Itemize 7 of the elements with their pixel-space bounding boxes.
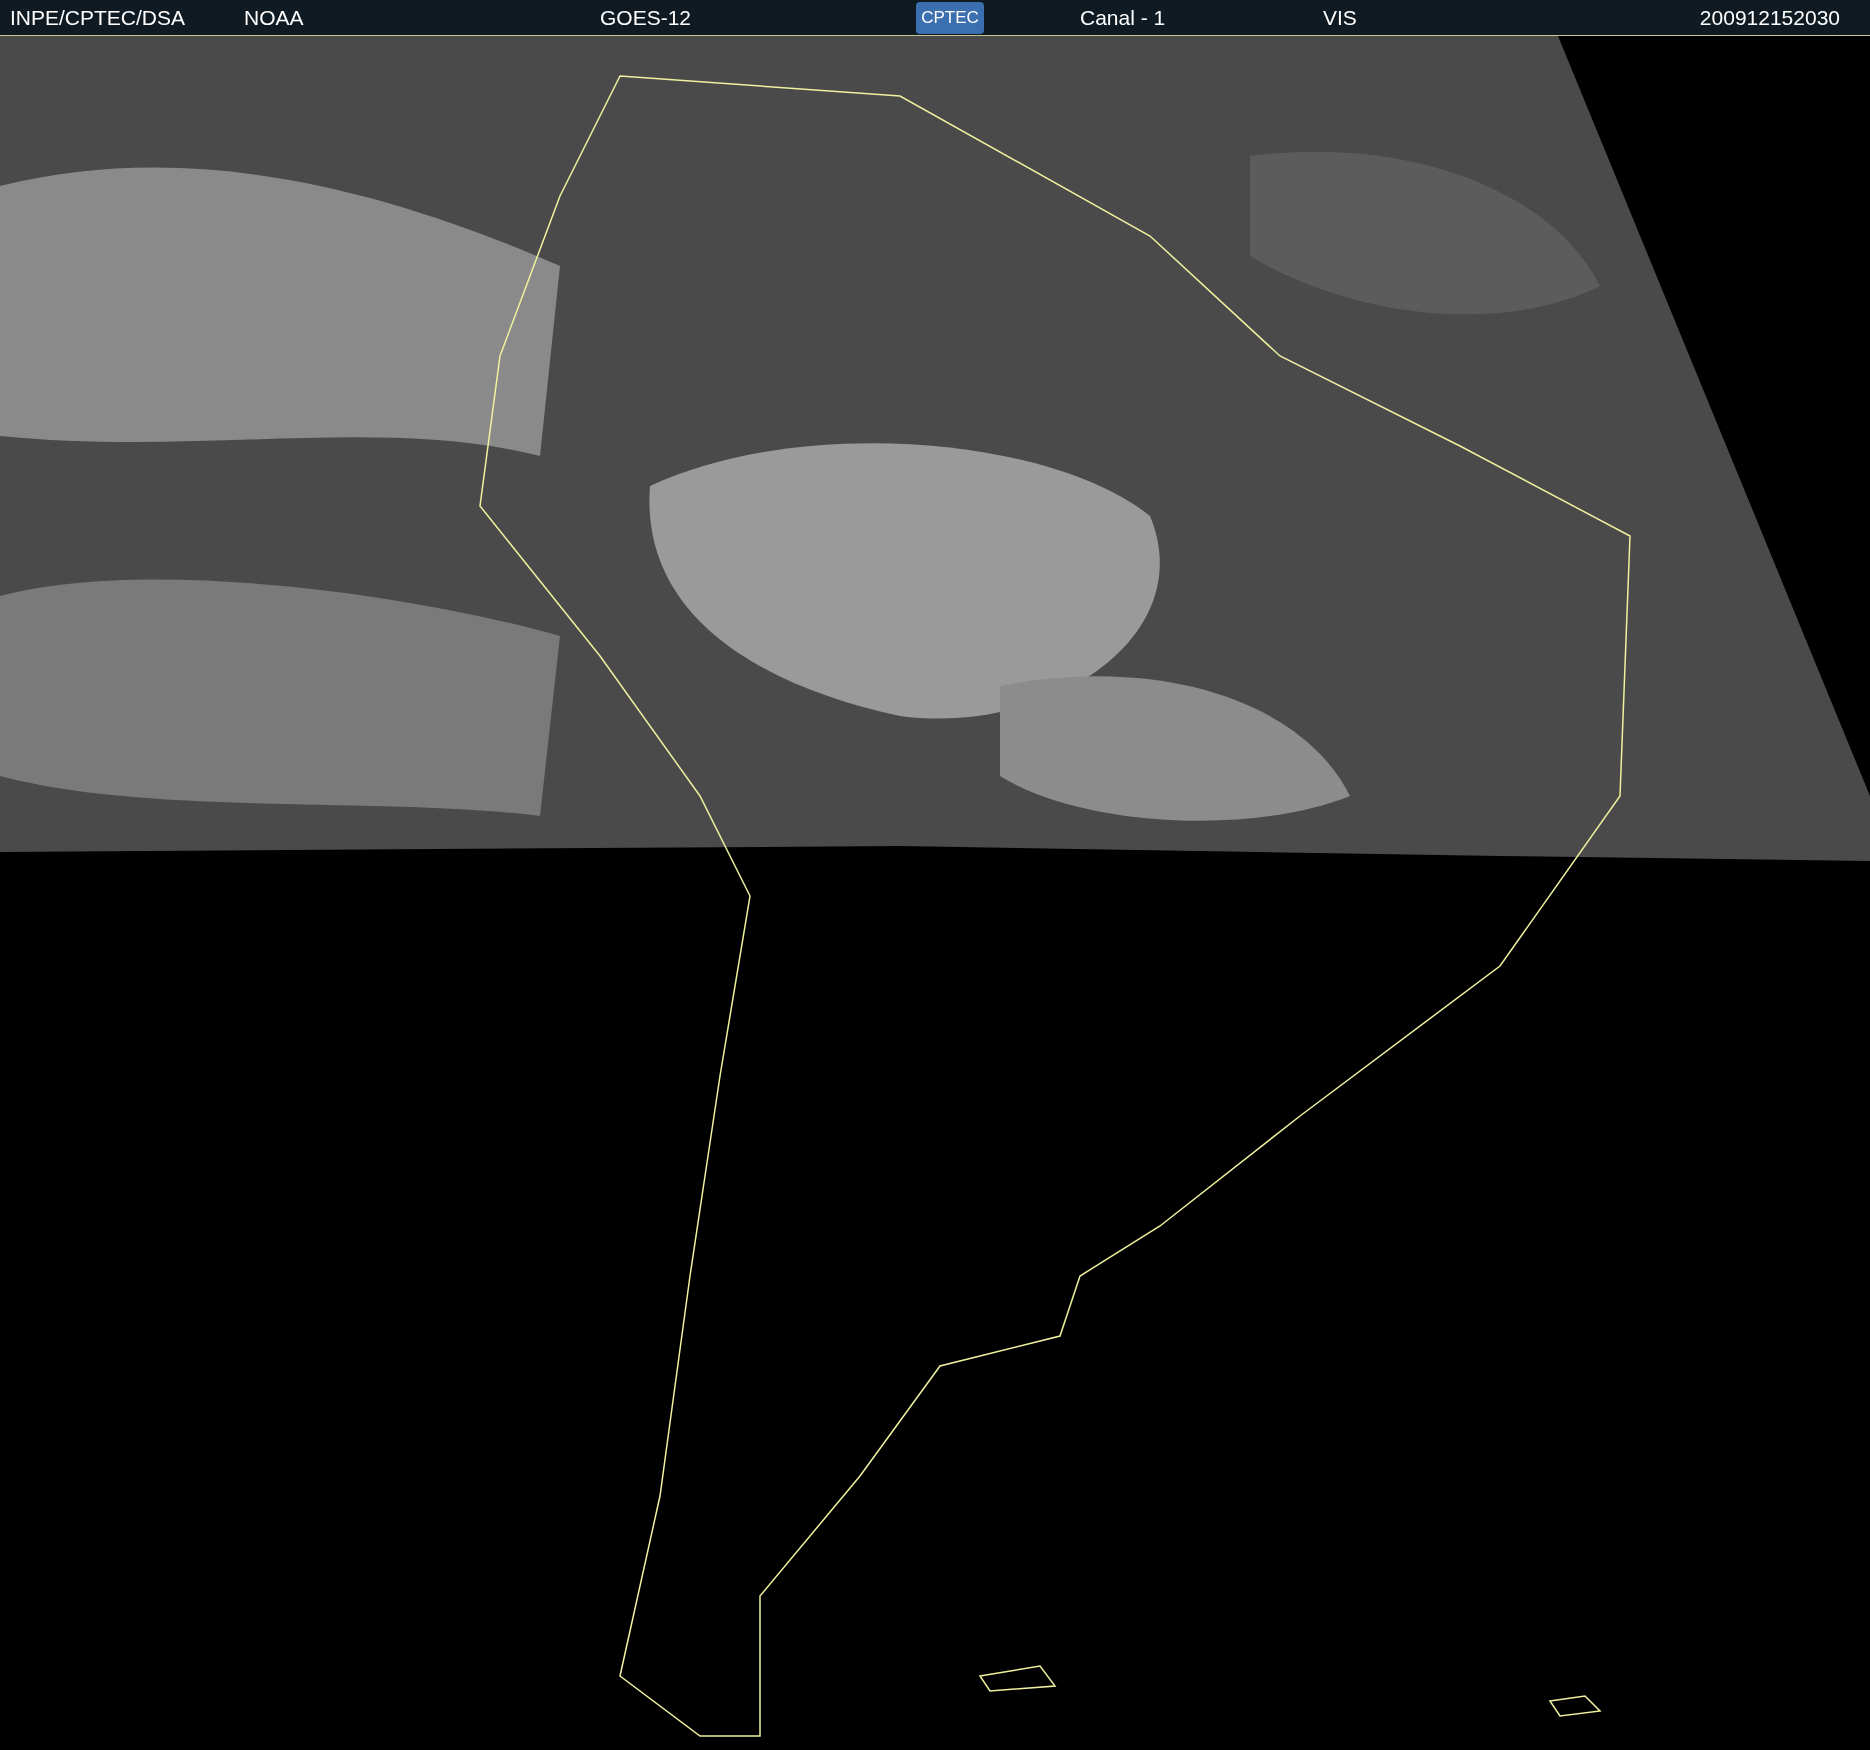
satellite-label: GOES-12 <box>600 4 693 31</box>
logo: CPTEC <box>916 1 984 34</box>
channel-label: Canal - 1 <box>1080 4 1167 31</box>
agency-label: NOAA <box>244 4 305 31</box>
band-label: VIS <box>1323 4 1358 31</box>
timestamp-label: 200912152030 <box>1699 4 1840 31</box>
source-label: INPE/CPTEC/DSA <box>10 4 187 31</box>
